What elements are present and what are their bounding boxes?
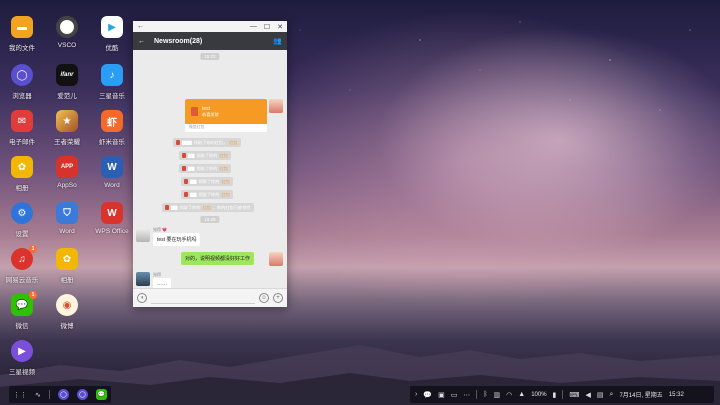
system-message: ▇▇ 领取了你的 红包 <box>179 164 231 173</box>
avatar[interactable] <box>269 252 283 266</box>
system-message: ▇▇ 领取了你的 红包 <box>181 190 233 199</box>
wps-icon: W <box>101 202 123 224</box>
more-icon[interactable]: ⋯ <box>463 391 470 399</box>
chat-input-bar: ◖ ☺ + <box>133 288 287 307</box>
screen-tray-icon[interactable]: ▭ <box>451 391 458 399</box>
message-list[interactable]: 15:22 test 恭喜发财 微信红包 ▇▇▇ 领取了你的红包， 红包 ▇▇ 领取了… <box>133 50 287 307</box>
youku-icon: ▶ <box>101 16 123 38</box>
message-bubble[interactable]: test 要在玩手机吗 <box>153 233 201 246</box>
xiami-icon: 虾 <box>101 110 123 132</box>
app-grid-icon[interactable]: ⋮⋮ <box>13 391 27 399</box>
browser-icon: ◯ <box>11 64 33 86</box>
system-tray: › 💬 ▣ ▭ ⋯ ᛒ ▥ ◠ ▲ 100% ▮ ⌨ ◀ ▤ ⌕ 7月14日, … <box>410 386 714 403</box>
email-icon: ✉ <box>11 110 33 132</box>
appso-icon: APP <box>56 156 78 178</box>
gallery-icon: ✿ <box>11 156 33 178</box>
ifanr-icon: ifanr <box>56 64 78 86</box>
red-packet-note: 恭喜发财 <box>202 111 219 117</box>
vsco-icon <box>56 16 78 38</box>
wechat-tray-icon[interactable]: 💬 <box>423 391 432 399</box>
avatar[interactable] <box>269 99 283 113</box>
divider <box>48 390 50 399</box>
red-packet-icon <box>182 166 186 171</box>
time-label: 15:32 <box>668 391 684 398</box>
red-packet-icon <box>165 205 169 210</box>
notification-icon[interactable]: ▤ <box>597 391 604 399</box>
word-icon: W <box>101 156 123 178</box>
system-message: ▇▇ 领取了你的 红包 <box>179 151 231 160</box>
wave-icon[interactable]: ∿ <box>35 391 41 399</box>
shield-icon: ⛉ <box>56 202 78 224</box>
timestamp: 15:28 <box>200 216 220 223</box>
wechat-icon: 💬 1 <box>11 291 37 316</box>
video-icon: ▶ <box>11 340 33 362</box>
red-packet-icon <box>191 107 198 116</box>
notification-badge: 1 <box>29 245 37 253</box>
battery-icon[interactable]: ▮ <box>553 391 557 399</box>
emoji-icon[interactable]: ☺ <box>259 293 269 303</box>
back-icon[interactable]: ← <box>138 38 145 45</box>
desktop-icon-gallery-2[interactable]: ✿ 相册 <box>37 248 97 284</box>
browser-icon[interactable]: ◯ <box>57 389 69 400</box>
keyboard-icon[interactable]: ⌨ <box>569 391 579 399</box>
group-members-icon[interactable]: 👥 <box>273 37 282 45</box>
notification-badge: 1 <box>29 291 37 299</box>
window-titlebar[interactable]: ← — ☐ ✕ <box>133 21 287 32</box>
bluetooth-icon[interactable]: ᛒ <box>483 391 487 398</box>
chat-header: ← Newsroom(28) 👥 <box>133 32 287 50</box>
wechat-icon[interactable]: 💬 <box>95 389 107 400</box>
system-message: ▇▇ 领取了你的 红包 ，你的红包已被领完 <box>162 203 254 212</box>
maximize-icon[interactable]: ☐ <box>264 23 270 31</box>
voice-icon[interactable]: ◖ <box>137 293 147 303</box>
date-label: 7月14日, 星期五 <box>619 393 663 399</box>
red-packet-icon <box>176 140 180 145</box>
game-icon: ★ <box>56 110 78 132</box>
chevron-right-icon[interactable]: › <box>415 391 417 398</box>
system-message: ▇▇ 领取了你的 红包 <box>181 177 233 186</box>
desktop-icon-samsung-video[interactable]: ▶ 三星视频 <box>0 340 52 376</box>
folder-icon: ▬ <box>11 16 33 38</box>
settings-icon: ⚙ <box>11 202 33 224</box>
gallery-tray-icon[interactable]: ▣ <box>438 391 445 399</box>
system-message: ▇▇▇ 领取了你的红包， 红包 <box>173 138 241 147</box>
plus-icon[interactable]: + <box>273 293 283 303</box>
desktop-icon-weibo[interactable]: ◉ 微博 <box>37 294 97 330</box>
message-bubble[interactable]: 对的，说明视频都没好好工作 <box>181 252 255 265</box>
divider <box>562 390 564 399</box>
back-arrow-icon[interactable]: ← <box>137 23 144 30</box>
wechat-window[interactable]: ← — ☐ ✕ ← Newsroom(28) 👥 15:22 test 恭喜发财… <box>133 21 287 307</box>
avatar[interactable] <box>136 272 150 286</box>
browser-icon[interactable]: ◯ <box>76 389 88 400</box>
red-packet-icon <box>184 192 188 197</box>
sim-icon[interactable]: ▥ <box>494 391 501 399</box>
close-icon[interactable]: ✕ <box>277 23 283 31</box>
chat-title: Newsroom(28) <box>154 37 203 45</box>
red-packet-message[interactable]: test 恭喜发财 微信红包 <box>185 99 267 132</box>
divider <box>476 390 478 399</box>
battery-percent: 100% <box>531 391 547 398</box>
avatar[interactable] <box>136 228 150 242</box>
minimize-icon[interactable]: — <box>250 23 257 31</box>
signal-icon[interactable]: ▲ <box>518 391 525 398</box>
gallery-icon: ✿ <box>56 248 78 270</box>
timestamp: 15:22 <box>200 53 220 60</box>
red-packet-icon <box>184 179 188 184</box>
taskbar-apps: ⋮⋮ ∿ ◯ ◯ 💬 <box>9 386 111 403</box>
search-icon[interactable]: ⌕ <box>610 391 614 399</box>
red-packet-footer: 微信红包 <box>189 125 205 129</box>
volume-icon[interactable]: ◀ <box>586 391 591 399</box>
music-icon: ♪ <box>101 64 123 86</box>
netease-music-icon: ♫ 1 <box>11 245 37 270</box>
red-packet-icon <box>182 153 186 158</box>
message-input[interactable] <box>151 293 255 304</box>
weibo-icon: ◉ <box>56 294 78 316</box>
wifi-icon[interactable]: ◠ <box>506 391 512 399</box>
